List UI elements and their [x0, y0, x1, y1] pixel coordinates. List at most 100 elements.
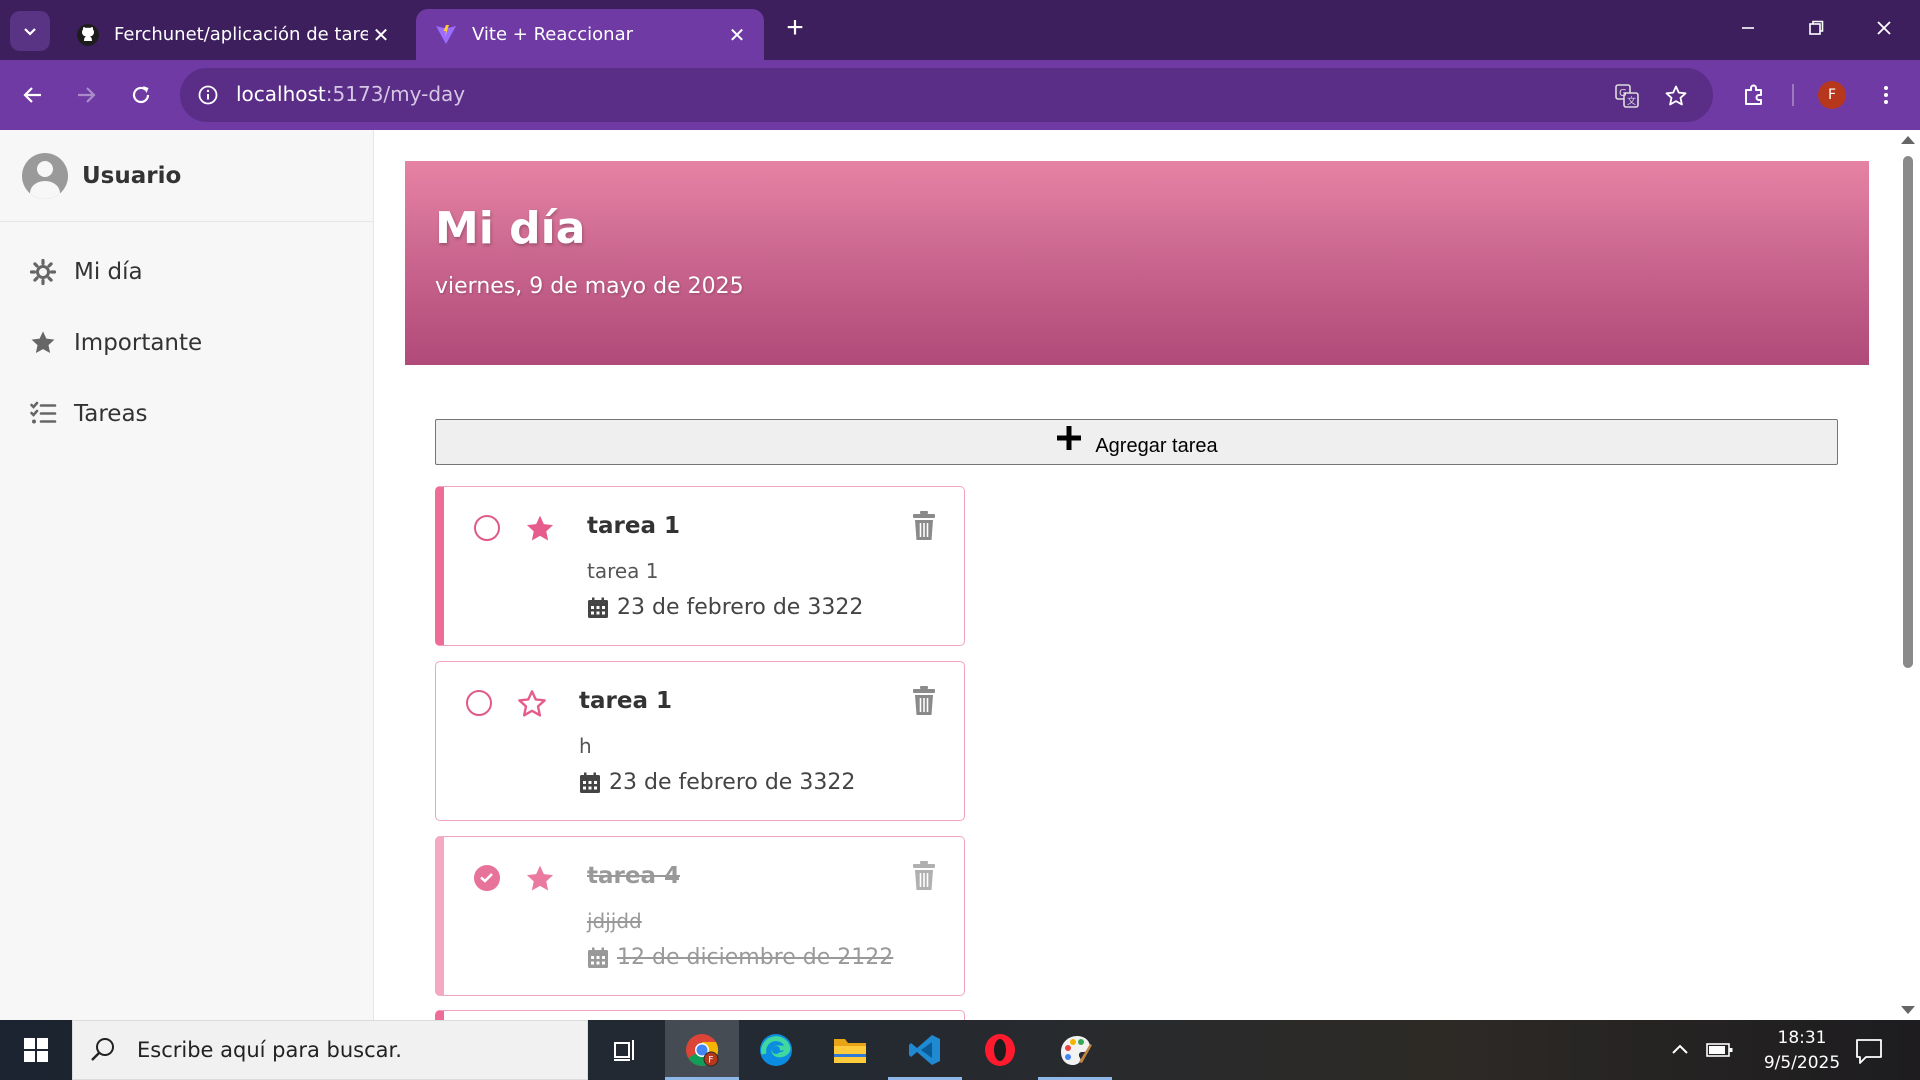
tab-title: Vite + Reaccionar	[472, 24, 634, 45]
tab-vite-active[interactable]: Vite + Reaccionar ✕	[416, 9, 764, 60]
arrow-left-icon	[23, 87, 41, 103]
calendar-icon	[588, 597, 608, 618]
github-icon	[77, 23, 99, 46]
sidebar-item-tasks[interactable]: Tareas	[0, 378, 373, 449]
task-description: h	[579, 734, 592, 758]
sidebar-item-my-day[interactable]: Mi día	[0, 236, 373, 307]
sidebar-item-label: Mi día	[74, 258, 143, 285]
task-card-completed[interactable]: tarea 4 jdjjdd 12 de diciembre de 2122	[435, 836, 965, 996]
chevron-down-icon	[24, 28, 36, 36]
url-host: localhost	[236, 82, 326, 106]
taskbar-file-explorer[interactable]	[813, 1020, 887, 1080]
reload-button[interactable]	[123, 77, 159, 113]
list-icon	[28, 399, 58, 429]
trash-icon[interactable]	[912, 686, 936, 716]
battery-icon[interactable]	[1706, 1040, 1734, 1060]
user-name: Usuario	[82, 162, 182, 189]
back-button[interactable]	[15, 77, 51, 113]
calendar-icon	[580, 772, 600, 793]
add-task-button[interactable]: Agregar tarea	[435, 419, 1838, 465]
browser-toolbar: localhost:5173/my-day G文 F	[0, 60, 1920, 130]
scroll-thumb[interactable]	[1903, 156, 1913, 668]
sidebar-item-label: Tareas	[74, 400, 148, 427]
start-button[interactable]	[0, 1020, 72, 1080]
tab-title: Ferchunet/aplicación de tareas	[114, 24, 368, 45]
user-profile[interactable]: Usuario	[0, 130, 373, 222]
taskbar-chrome[interactable]: F	[665, 1020, 739, 1080]
address-bar[interactable]: localhost:5173/my-day G文	[180, 68, 1713, 122]
file-explorer-icon	[834, 1039, 866, 1063]
chrome-icon: F	[686, 1034, 719, 1067]
task-due-text: 23 de febrero de 3322	[609, 770, 856, 795]
tab-github[interactable]: Ferchunet/aplicación de tareas ✕	[58, 9, 408, 60]
star-outline-icon[interactable]	[516, 688, 548, 720]
page-header: Mi día viernes, 9 de mayo de 2025	[405, 161, 1869, 365]
taskbar-edge[interactable]	[739, 1020, 813, 1080]
task-due-date: 12 de diciembre de 2122	[587, 945, 893, 970]
complete-checkbox-checked[interactable]	[474, 865, 500, 891]
forward-button[interactable]	[68, 77, 104, 113]
more-vertical-icon	[1884, 86, 1888, 104]
task-view-button[interactable]	[588, 1020, 662, 1080]
close-window-button[interactable]	[1854, 8, 1914, 48]
star-filled-icon[interactable]	[524, 863, 556, 895]
browser-menu-button[interactable]	[1868, 77, 1904, 113]
opera-icon	[985, 1034, 1015, 1066]
taskbar-paint[interactable]	[1038, 1020, 1112, 1080]
vite-icon	[436, 24, 456, 44]
extensions-button[interactable]	[1736, 77, 1772, 113]
url-path: :5173/my-day	[325, 82, 466, 106]
task-title: tarea 1	[587, 513, 680, 539]
task-due-date: 23 de febrero de 3322	[587, 595, 863, 620]
check-icon	[480, 873, 493, 883]
complete-checkbox[interactable]	[474, 515, 500, 541]
trash-icon[interactable]	[912, 861, 936, 891]
task-view-icon	[614, 1040, 634, 1061]
minimize-button[interactable]	[1718, 8, 1778, 48]
tab-search-button[interactable]	[10, 11, 50, 51]
scroll-down-arrow-icon[interactable]	[1901, 1006, 1915, 1014]
task-description: jdjjdd	[587, 909, 642, 933]
taskbar-search[interactable]: Escribe aquí para buscar.	[72, 1020, 588, 1080]
restore-button[interactable]	[1786, 8, 1846, 48]
svg-text:F: F	[708, 1056, 713, 1066]
plus-icon	[1057, 426, 1082, 450]
minimize-icon	[1742, 27, 1754, 29]
star-filled-icon[interactable]	[524, 513, 556, 545]
chevron-up-icon[interactable]	[1668, 1038, 1692, 1062]
sidebar-item-label: Importante	[74, 329, 203, 356]
search-placeholder: Escribe aquí para buscar.	[137, 1038, 402, 1062]
translate-icon[interactable]: G文	[1612, 81, 1642, 111]
clock-date: 9/5/2025	[1763, 1053, 1841, 1073]
vscode-icon	[909, 1035, 940, 1065]
task-due-text: 12 de diciembre de 2122	[617, 945, 894, 970]
url-text[interactable]: localhost:5173/my-day	[236, 82, 465, 106]
bookmark-star-icon[interactable]	[1661, 81, 1691, 111]
star-icon	[28, 328, 58, 358]
taskbar-vscode[interactable]	[888, 1020, 962, 1080]
new-tab-button[interactable]: +	[780, 13, 810, 44]
close-icon[interactable]: ✕	[368, 23, 394, 47]
restore-icon	[1809, 20, 1824, 35]
notification-icon[interactable]	[1854, 1036, 1884, 1066]
edge-icon	[760, 1034, 792, 1066]
scroll-up-arrow-icon[interactable]	[1901, 136, 1915, 144]
add-task-label: Agregar tarea	[1095, 434, 1218, 457]
profile-avatar[interactable]: F	[1818, 81, 1846, 109]
trash-icon[interactable]	[912, 511, 936, 541]
close-icon[interactable]: ✕	[724, 23, 750, 47]
task-description: tarea 1	[587, 559, 659, 583]
toolbar-divider	[1792, 84, 1794, 106]
taskbar-opera[interactable]	[963, 1020, 1037, 1080]
complete-checkbox[interactable]	[466, 690, 492, 716]
sidebar-item-important[interactable]: Importante	[0, 307, 373, 378]
close-icon	[1877, 21, 1891, 35]
page-scrollbar[interactable]	[1896, 130, 1920, 1020]
system-clock[interactable]: 18:31 9/5/2025	[1742, 1026, 1862, 1076]
main-content: Mi día viernes, 9 de mayo de 2025 Agrega…	[374, 130, 1900, 1030]
task-card[interactable]: tarea 1 h 23 de febrero de 3322	[435, 661, 965, 821]
task-card[interactable]: tarea 1 tarea 1 23 de febrero de 3322	[435, 486, 965, 646]
reload-icon	[132, 86, 150, 104]
clock-time: 18:31	[1777, 1028, 1827, 1048]
info-icon[interactable]	[194, 81, 222, 109]
